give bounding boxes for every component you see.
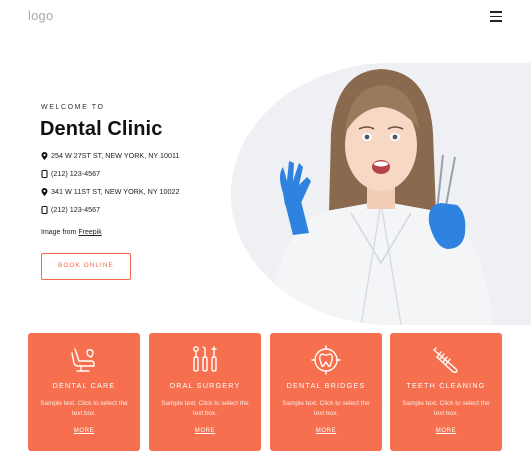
service-text[interactable]: Sample text. Click to select the text bo… [40,399,128,419]
contact-text: (212) 123-4567 [51,169,101,178]
service-card-oral-surgery: ORAL SURGERY Sample text. Click to selec… [149,333,261,451]
hero-eyebrow: WELCOME TO [41,104,105,111]
map-pin-icon [41,187,48,196]
contact-phone-1: (212) 123-4567 [41,169,100,178]
phone-icon [41,205,48,214]
contact-text: 254 W 27ST ST, NEW YORK, NY 10011 [51,151,180,160]
credit-prefix: Image from [41,229,79,236]
book-online-button[interactable]: BOOK ONLINE [41,253,131,280]
toothbrush-icon [431,345,461,375]
hero-image [231,63,531,325]
service-title: ORAL SURGERY [169,381,241,390]
service-title: DENTAL CARE [52,381,116,390]
hamburger-menu-icon[interactable] [490,11,502,22]
more-link[interactable]: MORE [149,428,261,434]
dental-tools-icon [190,345,220,375]
map-pin-icon [41,151,48,160]
service-card-teeth-cleaning: TEETH CLEANING Sample text. Click to sel… [390,333,502,451]
contact-address-2: 341 W 11ST ST, NEW YORK, NY 10022 [41,187,180,196]
service-text[interactable]: Sample text. Click to select the text bo… [161,399,249,419]
contact-text: (212) 123-4567 [51,205,101,214]
page-title: Dental Clinic [40,118,163,140]
contact-text: 341 W 11ST ST, NEW YORK, NY 10022 [51,187,180,196]
service-text[interactable]: Sample text. Click to select the text bo… [282,399,370,419]
contact-phone-2: (212) 123-4567 [41,205,100,214]
more-link[interactable]: MORE [270,428,382,434]
logo[interactable]: logo [28,8,53,23]
more-link[interactable]: MORE [390,428,502,434]
service-title: TEETH CLEANING [406,381,486,390]
more-link[interactable]: MORE [28,428,140,434]
image-credit: Image from Freepik [41,229,102,236]
service-card-dental-bridges: DENTAL BRIDGES Sample text. Click to sel… [270,333,382,451]
service-title: DENTAL BRIDGES [286,381,366,390]
freepik-link[interactable]: Freepik [78,229,101,236]
contact-address-1: 254 W 27ST ST, NEW YORK, NY 10011 [41,151,180,160]
service-card-dental-care: DENTAL CARE Sample text. Click to select… [28,333,140,451]
service-text[interactable]: Sample text. Click to select the text bo… [402,399,490,419]
site-header: logo [0,0,531,36]
dental-chair-icon [69,345,99,375]
tooth-target-icon [311,345,341,375]
phone-icon [41,169,48,178]
